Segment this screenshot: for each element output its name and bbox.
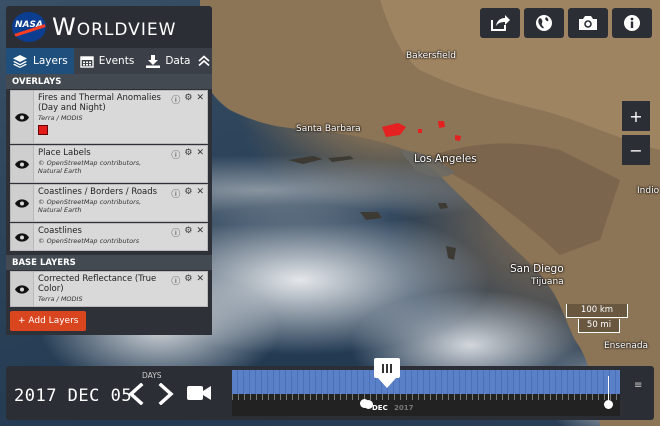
map-label-los-angeles: Los Angeles: [414, 153, 477, 165]
layer-source: © OpenStreetMap contributors, Natural Ea…: [38, 159, 142, 175]
tab-data[interactable]: Data: [140, 48, 196, 74]
tab-layers[interactable]: Layers: [6, 48, 74, 74]
info-icon[interactable]: ⓘ: [171, 187, 180, 200]
remove-layer-icon[interactable]: ✕: [196, 226, 204, 239]
previous-day-button[interactable]: [126, 383, 146, 405]
scale-bar-km: 100 km: [566, 304, 628, 318]
add-layers-button[interactable]: + Add Layers: [10, 311, 87, 331]
settings-icon[interactable]: ⚙: [184, 93, 192, 106]
timeline-menu-button[interactable]: ≡: [634, 380, 642, 391]
layer-name: Place Labels: [38, 148, 91, 158]
map-label-san-diego: San Diego: [510, 263, 564, 275]
timeline-end-marker: [608, 376, 609, 400]
layer-source: © OpenStreetMap contributors, Natural Ea…: [38, 198, 142, 214]
sidebar-panel: NASA Worldview Layers Events Data OVERLA…: [6, 6, 212, 335]
map-label-ensenada: Ensenada: [604, 341, 649, 351]
animation-button[interactable]: [186, 384, 212, 402]
next-day-button[interactable]: [156, 383, 176, 405]
visibility-toggle[interactable]: [11, 91, 34, 143]
timeline-axis[interactable]: DEC 2017: [232, 370, 620, 416]
projection-button[interactable]: [524, 8, 564, 38]
sidebar-tabs: Layers Events Data: [6, 48, 212, 74]
snapshot-button[interactable]: [568, 8, 608, 38]
remove-layer-icon[interactable]: ✕: [196, 274, 204, 287]
visibility-toggle[interactable]: [11, 146, 34, 182]
layer-name: Fires and Thermal Anomalies (Day and Nig…: [38, 93, 161, 113]
remove-layer-icon[interactable]: ✕: [196, 93, 204, 106]
info-icon: [624, 15, 640, 31]
map-label-bakersfield: Bakersfield: [406, 51, 456, 61]
remove-layer-icon[interactable]: ✕: [196, 148, 204, 161]
info-icon[interactable]: ⓘ: [171, 226, 180, 239]
timeline-date-slider[interactable]: [374, 358, 400, 388]
year-label: 2017: [394, 404, 414, 412]
app-title: Worldview: [52, 13, 177, 41]
collapse-panel-button[interactable]: [196, 48, 212, 74]
interval-label[interactable]: DAYS: [142, 371, 162, 380]
tab-events[interactable]: Events: [74, 48, 141, 74]
layer-item[interactable]: Coastlines © OpenStreetMap contributors …: [10, 223, 208, 251]
timeline-current-handle[interactable]: [360, 399, 369, 408]
timeline-ticks: [232, 370, 620, 394]
timeline-tickmarks: [232, 394, 620, 400]
layer-name: Coastlines / Borders / Roads: [38, 187, 158, 197]
visibility-toggle[interactable]: [11, 272, 34, 306]
info-icon[interactable]: ⓘ: [171, 148, 180, 161]
tab-layers-label: Layers: [33, 55, 68, 67]
legend-swatch: [38, 125, 48, 135]
video-camera-icon: [187, 386, 211, 400]
layer-item[interactable]: Fires and Thermal Anomalies (Day and Nig…: [10, 90, 208, 144]
tab-events-label: Events: [98, 55, 135, 67]
eye-icon: [15, 284, 29, 294]
eye-icon: [15, 112, 29, 122]
visibility-toggle[interactable]: [11, 224, 34, 250]
eye-icon: [15, 232, 29, 242]
download-icon: [146, 54, 161, 68]
tab-data-label: Data: [165, 55, 191, 67]
scale-bar-mi: 50 mi: [578, 319, 620, 333]
layer-source: Terra / MODIS: [38, 114, 83, 122]
layer-source: © OpenStreetMap contributors: [38, 237, 140, 245]
eye-icon: [15, 159, 29, 169]
date-display[interactable]: 2017 DEC 05: [14, 386, 132, 406]
layers-icon: [13, 55, 27, 68]
share-icon: [491, 15, 510, 31]
remove-layer-icon[interactable]: ✕: [196, 187, 204, 200]
chevron-up-double-icon: [198, 55, 210, 67]
layers-list: OVERLAYS Fires and Thermal Anomalies (Da…: [6, 74, 212, 335]
app-header: NASA Worldview: [6, 6, 212, 48]
settings-icon[interactable]: ⚙: [184, 274, 192, 287]
overlays-heading: OVERLAYS: [6, 74, 212, 89]
map-label-indio: Indio: [637, 186, 660, 196]
chevron-right-icon: [158, 383, 174, 405]
month-label: DEC: [372, 404, 388, 412]
visibility-toggle[interactable]: [11, 185, 34, 221]
info-icon[interactable]: ⓘ: [171, 274, 180, 287]
share-button[interactable]: [480, 8, 520, 38]
camera-icon: [579, 16, 597, 30]
layer-name: Corrected Reflectance (True Color): [38, 274, 157, 294]
globe-icon: [536, 15, 552, 31]
chevron-left-icon: [128, 383, 144, 405]
zoom-in-button[interactable]: +: [622, 101, 650, 131]
zoom-out-button[interactable]: −: [622, 135, 650, 165]
base-layers-heading: BASE LAYERS: [6, 255, 212, 270]
layer-name: Coastlines: [38, 226, 82, 236]
settings-icon[interactable]: ⚙: [184, 187, 192, 200]
layer-source: Terra / MODIS: [38, 295, 83, 303]
map-label-santa-barbara: Santa Barbara: [296, 124, 361, 134]
map-label-tijuana: Tijuana: [531, 277, 564, 287]
info-button[interactable]: [612, 8, 652, 38]
calendar-icon: [80, 55, 94, 68]
settings-icon[interactable]: ⚙: [184, 148, 192, 161]
settings-icon[interactable]: ⚙: [184, 226, 192, 239]
eye-icon: [15, 198, 29, 208]
timeline: 2017 DEC 05 DAYS DEC 2017: [6, 366, 654, 420]
timeline-range-end-handle[interactable]: [604, 400, 613, 409]
nasa-logo-icon: NASA: [12, 12, 46, 42]
layer-item[interactable]: Corrected Reflectance (True Color) Terra…: [10, 271, 208, 307]
layer-item[interactable]: Place Labels © OpenStreetMap contributor…: [10, 145, 208, 183]
layer-item[interactable]: Coastlines / Borders / Roads © OpenStree…: [10, 184, 208, 222]
info-icon[interactable]: ⓘ: [171, 93, 180, 106]
